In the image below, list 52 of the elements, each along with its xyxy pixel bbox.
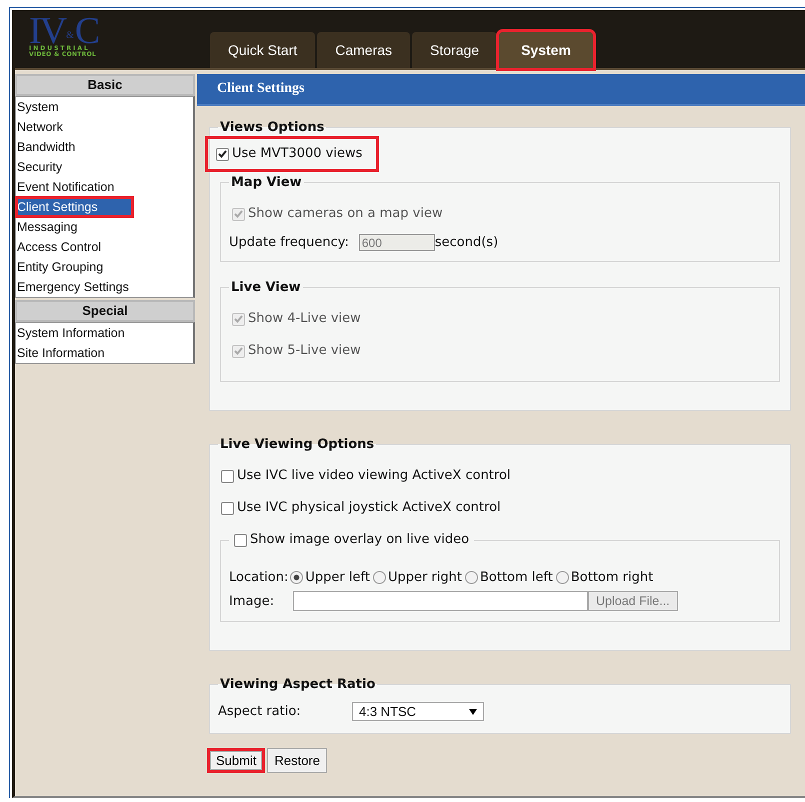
option-label[interactable]: Bottom right bbox=[570, 570, 654, 585]
field-label: Image: bbox=[229, 594, 276, 608]
radio-button[interactable] bbox=[464, 571, 478, 584]
logo-mark: IV&C bbox=[29, 14, 98, 46]
nav-tab[interactable]: Quick Start bbox=[210, 32, 316, 68]
caret-icon bbox=[469, 708, 477, 714]
option-label[interactable]: Show image overlay on live video bbox=[250, 531, 470, 549]
sidebar-item[interactable]: System Information bbox=[16, 323, 193, 343]
radio-button[interactable] bbox=[290, 571, 304, 584]
option-label[interactable]: Use MVT3000 views bbox=[232, 145, 362, 163]
sidebar-item[interactable]: Access Control bbox=[16, 237, 193, 257]
sidebar-item[interactable]: Client Settings bbox=[16, 197, 133, 217]
aspect-ratio-dropdown[interactable]: 4:3 NTSC bbox=[352, 702, 484, 721]
option-label[interactable]: Upper left bbox=[305, 570, 370, 585]
option-label[interactable]: Bottom left bbox=[480, 570, 553, 585]
nav-tab[interactable]: Cameras bbox=[317, 32, 410, 68]
checkbox[interactable] bbox=[221, 470, 234, 482]
checkbox[interactable] bbox=[216, 148, 229, 160]
sidebar-item[interactable]: Event Notification bbox=[16, 177, 193, 197]
sidebar-item[interactable]: Security bbox=[16, 157, 193, 177]
section-header: Basic bbox=[15, 74, 195, 96]
form-button[interactable]: Restore bbox=[267, 748, 327, 773]
radio-button[interactable] bbox=[556, 571, 569, 584]
radio-button[interactable] bbox=[372, 571, 386, 584]
sidebar-item[interactable]: System bbox=[16, 97, 193, 117]
group-legend: Live View bbox=[229, 280, 303, 295]
unit-label: second(s) bbox=[434, 235, 498, 250]
form-button[interactable]: Submit bbox=[207, 748, 266, 773]
section-header: Special bbox=[15, 300, 195, 322]
sidebar-item[interactable]: Entity Grouping bbox=[16, 257, 193, 277]
panel-title: Client Settings bbox=[197, 74, 805, 106]
group-legend: Map View bbox=[229, 175, 304, 190]
option-label[interactable]: Upper right bbox=[388, 570, 462, 585]
sidebar-item[interactable]: Bandwidth bbox=[16, 137, 193, 157]
option-label[interactable]: Use IVC live video viewing ActiveX control bbox=[237, 467, 511, 485]
sidebar-item[interactable]: Site Information bbox=[16, 343, 193, 363]
group-legend: Viewing Aspect Ratio bbox=[218, 677, 378, 692]
option-label[interactable]: Use IVC physical joystick ActiveX control bbox=[237, 499, 501, 517]
field-label: Location: bbox=[229, 570, 288, 585]
field-label: Update frequency: bbox=[229, 235, 349, 250]
group-legend: Live Viewing Options bbox=[218, 437, 376, 452]
checkbox[interactable] bbox=[234, 534, 247, 546]
nav-tab[interactable]: Storage bbox=[412, 32, 498, 68]
checkbox[interactable] bbox=[221, 502, 234, 514]
nav-tab[interactable]: System bbox=[499, 32, 593, 68]
sidebar-item[interactable]: Network bbox=[16, 117, 193, 137]
sidebar-item[interactable]: Emergency Settings bbox=[16, 277, 193, 297]
upload-button[interactable]: Upload File... bbox=[588, 591, 678, 611]
image-path-field[interactable] bbox=[293, 591, 588, 611]
group-legend: Views Options bbox=[218, 120, 326, 135]
field-label: Aspect ratio: bbox=[218, 704, 302, 719]
sidebar-item[interactable]: Messaging bbox=[16, 217, 193, 237]
